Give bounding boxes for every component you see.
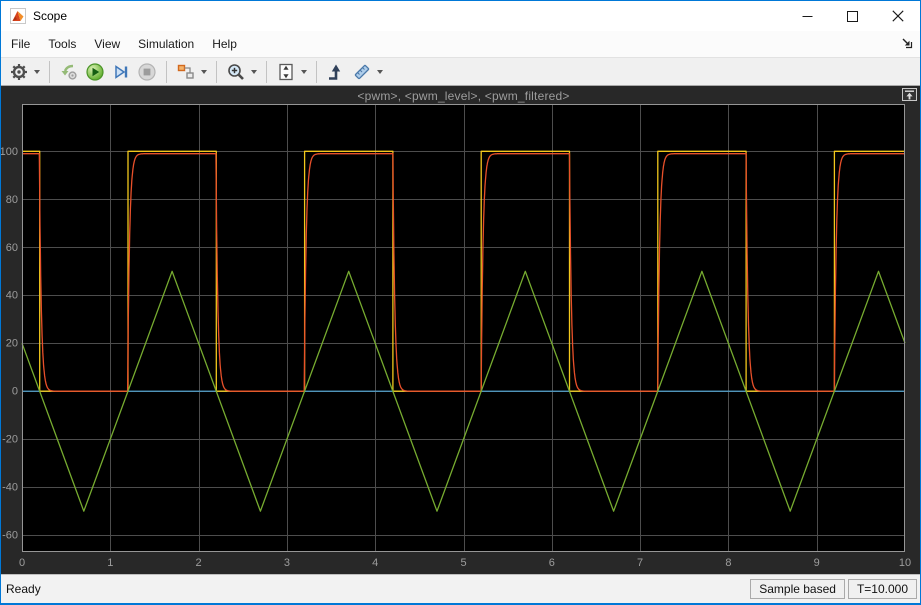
configuration-properties-button[interactable] (7, 60, 31, 84)
scale-axes-button[interactable] (274, 60, 298, 84)
menu-tools[interactable]: Tools (39, 33, 85, 55)
toolbar (1, 57, 920, 86)
svg-text:0: 0 (19, 557, 25, 569)
menu-file[interactable]: File (11, 33, 39, 55)
run-icon (85, 62, 105, 82)
svg-text:2: 2 (196, 557, 202, 569)
svg-text:-20: -20 (2, 434, 18, 446)
measurements-dropdown-caret[interactable] (377, 70, 383, 74)
svg-text:9: 9 (814, 557, 820, 569)
minimize-button[interactable] (785, 2, 830, 31)
signal-selector-dropdown-caret[interactable] (201, 70, 207, 74)
svg-text:-40: -40 (2, 482, 18, 494)
status-text: Ready (6, 582, 41, 596)
svg-text:-60: -60 (2, 530, 18, 542)
matlab-app-icon (10, 8, 26, 24)
svg-text:3: 3 (284, 557, 290, 569)
menu-help[interactable]: Help (203, 33, 246, 55)
toolbar-separator (166, 61, 167, 83)
step-forward-button[interactable] (109, 60, 133, 84)
step-back-icon (59, 62, 79, 82)
zoom-in-icon (226, 62, 246, 82)
signal-selector-icon (176, 62, 196, 82)
measurements-ruler-icon (352, 62, 372, 82)
scope-window: Scope File Tools View Simulation Help (0, 0, 921, 605)
toolbar-separator (266, 61, 267, 83)
svg-text:10: 10 (899, 557, 911, 569)
svg-text:100: 100 (1, 146, 18, 158)
dock-arrow-icon (901, 37, 913, 49)
svg-text:60: 60 (6, 242, 18, 254)
toolbar-separator (216, 61, 217, 83)
trigger-icon (326, 62, 346, 82)
run-button[interactable] (83, 60, 107, 84)
signal-selector-button[interactable] (174, 60, 198, 84)
step-forward-icon (111, 62, 131, 82)
scope-plot-canvas[interactable]: 0 1 2 3 4 5 6 7 8 9 10 -60 -40 -20 0 20 40 60 80 100 (1, 86, 920, 574)
svg-text:6: 6 (549, 557, 555, 569)
measurements-button[interactable] (350, 60, 374, 84)
svg-text:40: 40 (6, 290, 18, 302)
configuration-dropdown-caret[interactable] (34, 70, 40, 74)
scale-axes-icon (276, 62, 296, 82)
stop-icon (137, 62, 157, 82)
scale-axes-dropdown-caret[interactable] (301, 70, 307, 74)
menu-simulation[interactable]: Simulation (129, 33, 203, 55)
svg-text:0: 0 (12, 386, 18, 398)
status-sim-time: T=10.000 (848, 579, 917, 599)
zoom-in-button[interactable] (224, 60, 248, 84)
step-back-button[interactable] (57, 60, 81, 84)
svg-text:8: 8 (725, 557, 731, 569)
zoom-dropdown-caret[interactable] (251, 70, 257, 74)
titlebar: Scope (1, 1, 920, 31)
gear-icon (9, 62, 29, 82)
minimize-icon (802, 11, 813, 22)
status-sample-mode: Sample based (750, 579, 845, 599)
window-title: Scope (33, 9, 67, 23)
toolbar-separator (316, 61, 317, 83)
menubar: File Tools View Simulation Help (1, 31, 920, 57)
svg-text:80: 80 (6, 194, 18, 206)
svg-text:1: 1 (107, 557, 113, 569)
stop-button[interactable] (135, 60, 159, 84)
statusbar: Ready Sample based T=10.000 (1, 574, 920, 603)
svg-text:20: 20 (6, 338, 18, 350)
dock-scope-button[interactable] (900, 36, 914, 50)
close-icon (892, 10, 904, 22)
trigger-button[interactable] (324, 60, 348, 84)
maximize-button[interactable] (830, 2, 875, 31)
plot-panel: <pwm>, <pwm_level>, <pwm_filtered> 01234… (1, 86, 920, 574)
maximize-icon (847, 11, 858, 22)
close-button[interactable] (875, 2, 920, 31)
menu-view[interactable]: View (85, 33, 129, 55)
toolbar-separator (49, 61, 50, 83)
svg-text:4: 4 (372, 557, 378, 569)
svg-text:5: 5 (460, 557, 466, 569)
svg-text:7: 7 (637, 557, 643, 569)
